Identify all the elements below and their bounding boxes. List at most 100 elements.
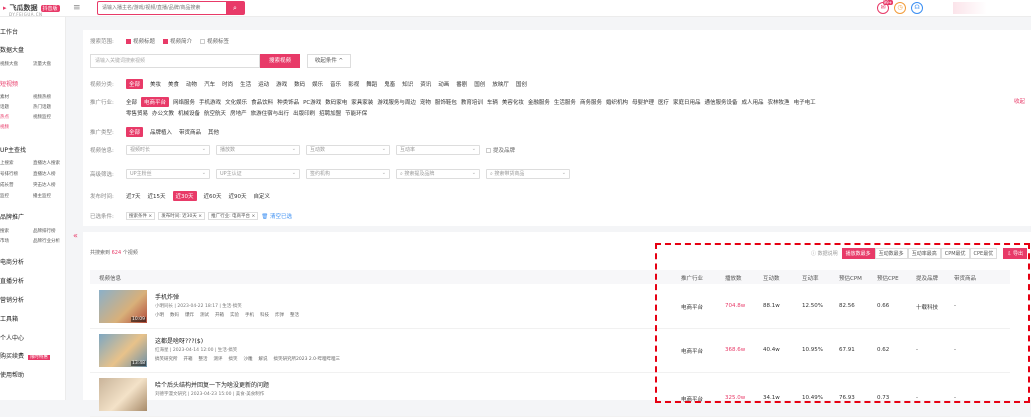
sidebar-sub[interactable]: 视频监控 (33, 114, 51, 120)
industry-option[interactable]: 母婴护理 (632, 98, 654, 106)
up-fans-select[interactable]: UP主粉丝 (126, 169, 210, 179)
video-tag[interactable]: 测评 (214, 357, 223, 362)
industry-option[interactable]: 婚织机构 (606, 98, 628, 106)
sidebar-item-ecommerce[interactable]: 电商分析 (0, 257, 24, 266)
sidebar-sub[interactable]: 突击达人榜 (33, 182, 56, 188)
sidebar-sub[interactable]: 监控 (0, 193, 9, 199)
category-option[interactable]: 音乐 (330, 80, 341, 88)
video-tag[interactable]: 解说 (259, 357, 268, 362)
industry-option[interactable]: 文化娱乐 (225, 98, 247, 106)
industry-option[interactable]: 商务服务 (580, 98, 602, 106)
time-option[interactable]: 近60天 (204, 192, 222, 200)
category-option[interactable]: 游戏 (276, 80, 287, 88)
category-option[interactable]: 娱乐 (312, 80, 323, 88)
industry-option[interactable]: 通信服务设备 (705, 98, 738, 106)
video-tag[interactable]: 小明 (155, 313, 164, 318)
industry-option[interactable]: 种类饰品 (277, 98, 299, 106)
video-tag[interactable]: 搞笑研究所2023 2.0·哔哩哔哩三 (274, 357, 340, 362)
sidebar-sub[interactable]: 素材 (0, 94, 9, 100)
industry-option[interactable]: 生活服务 (554, 98, 576, 106)
sidebar-sub[interactable]: 品牌行业分析 (33, 238, 60, 244)
promo-type-option[interactable]: 全部 (126, 127, 144, 137)
video-tag[interactable]: 搞笑研究所 (155, 357, 178, 362)
industry-option[interactable]: 医疗 (658, 98, 669, 106)
time-option[interactable]: 自定义 (254, 192, 271, 200)
category-option[interactable]: 舞蹈 (366, 80, 377, 88)
industry-option[interactable]: 电子电工 (794, 98, 816, 106)
video-tag[interactable]: 爆炸 (185, 313, 194, 318)
hamburger-menu-icon[interactable]: ≡ (73, 3, 81, 13)
sidebar-sub[interactable]: 市场 (0, 238, 9, 244)
sidebar-sub[interactable]: 品牌排行榜 (33, 228, 56, 234)
promo-type-option[interactable]: 带货商品 (179, 128, 201, 136)
search-video-button[interactable]: 搜索视频 (260, 54, 300, 68)
selected-chip[interactable]: 搜索条件 × (126, 212, 156, 220)
sidebar-sub[interactable]: 播主监控 (33, 193, 51, 199)
sidebar-item-workbench[interactable]: 工作台 (0, 27, 18, 36)
category-option[interactable]: 放映厅 (492, 80, 509, 88)
agency-select[interactable]: 签约机构 (306, 169, 390, 179)
message-icon[interactable]: ✉ 99+ (877, 0, 893, 14)
industry-option[interactable]: 金融服务 (528, 98, 550, 106)
video-tag[interactable]: 开箱 (215, 313, 224, 318)
industry-option[interactable]: 游戏服务与周边 (377, 98, 416, 106)
scope-title-checkbox[interactable]: 视频标题 (126, 37, 155, 45)
category-option[interactable]: 美食 (168, 80, 179, 88)
industry-option[interactable]: 房地产 (230, 109, 247, 117)
category-option[interactable]: 国创 (516, 80, 527, 88)
industry-option[interactable]: 教育培训 (461, 98, 483, 106)
category-option[interactable]: 美妆 (150, 80, 161, 88)
industry-option[interactable]: 出版印刷 (293, 109, 315, 117)
sidebar-item-up-search[interactable]: UP主查找 (0, 145, 26, 154)
video-title[interactable]: 这都是啥呀???($) (155, 336, 203, 345)
up-cert-select[interactable]: UP主认证 (216, 169, 300, 179)
industry-option[interactable]: 车辆 (487, 98, 498, 106)
video-title[interactable]: 手机炸弹 (155, 292, 179, 301)
industry-option[interactable]: 招聘加盟 (319, 109, 341, 117)
sidebar-sub-video-dashboard[interactable]: 视频大盘 (0, 61, 18, 67)
time-option[interactable]: 近90天 (229, 192, 247, 200)
video-tag[interactable]: 整活 (290, 313, 299, 318)
video-tag[interactable]: 实验 (230, 313, 239, 318)
sidebar-sub-active[interactable]: 热点 (0, 114, 9, 120)
video-tag[interactable]: 数码 (170, 313, 179, 318)
sidebar-item-short-video[interactable]: 短视频 (0, 79, 18, 88)
time-option[interactable]: 近15天 (148, 192, 166, 200)
video-tag[interactable]: 手机 (245, 313, 254, 318)
category-option[interactable]: 生活 (240, 80, 251, 88)
collapse-sidebar-icon[interactable]: « (73, 231, 78, 240)
sidebar-sub-traffic-dashboard[interactable]: 流量大盘 (33, 61, 51, 67)
sidebar-item-brand[interactable]: 品牌推广 (0, 212, 24, 221)
sidebar-sub[interactable]: 搜索 (0, 228, 9, 234)
industry-option[interactable]: 电商平台 (141, 97, 170, 107)
selected-chip[interactable]: 发布时间: 近30天 × (158, 212, 206, 220)
sidebar-item-help[interactable]: 使用帮助 (0, 370, 24, 379)
sidebar-item-marketing[interactable]: 营销分析 (0, 295, 24, 304)
sidebar-sub[interactable]: 话题 (0, 104, 9, 110)
industry-collapse-link[interactable]: 收起 (1014, 97, 1025, 105)
service-icon[interactable]: ☊ (911, 2, 923, 14)
category-option[interactable]: 鬼畜 (384, 80, 395, 88)
play-count-select[interactable]: 播放数 (216, 145, 300, 155)
sidebar-sub-active[interactable]: 视频 (0, 124, 9, 130)
sidebar-item-tools[interactable]: 工具箱 (0, 314, 18, 323)
industry-option[interactable]: 机械设备 (178, 109, 200, 117)
industry-option[interactable]: 零售贸易 (126, 109, 148, 117)
global-search-button[interactable]: ⌕ (226, 2, 244, 14)
video-tag[interactable]: 开箱 (184, 357, 193, 362)
scope-intro-checkbox[interactable]: 视频简介 (163, 37, 192, 45)
industry-option[interactable]: 成人用品 (742, 98, 764, 106)
industry-option[interactable]: 手机游戏 (199, 98, 221, 106)
clock-icon[interactable]: ◷ (894, 2, 906, 14)
industry-option[interactable]: 食品饮料 (251, 98, 273, 106)
industry-option[interactable]: 办公文教 (152, 109, 174, 117)
time-option[interactable]: 近7天 (126, 192, 141, 200)
industry-option[interactable]: PC游戏 (303, 98, 321, 106)
category-option[interactable]: 番剧 (456, 80, 467, 88)
video-tag[interactable]: 测试 (200, 313, 209, 318)
category-option[interactable]: 资讯 (420, 80, 431, 88)
global-search-input[interactable] (98, 2, 226, 14)
sidebar-item-dashboard[interactable]: 数据大盘 (0, 45, 24, 54)
interaction-rate-select[interactable]: 互动率 (396, 145, 480, 155)
category-option[interactable]: 影视 (348, 80, 359, 88)
